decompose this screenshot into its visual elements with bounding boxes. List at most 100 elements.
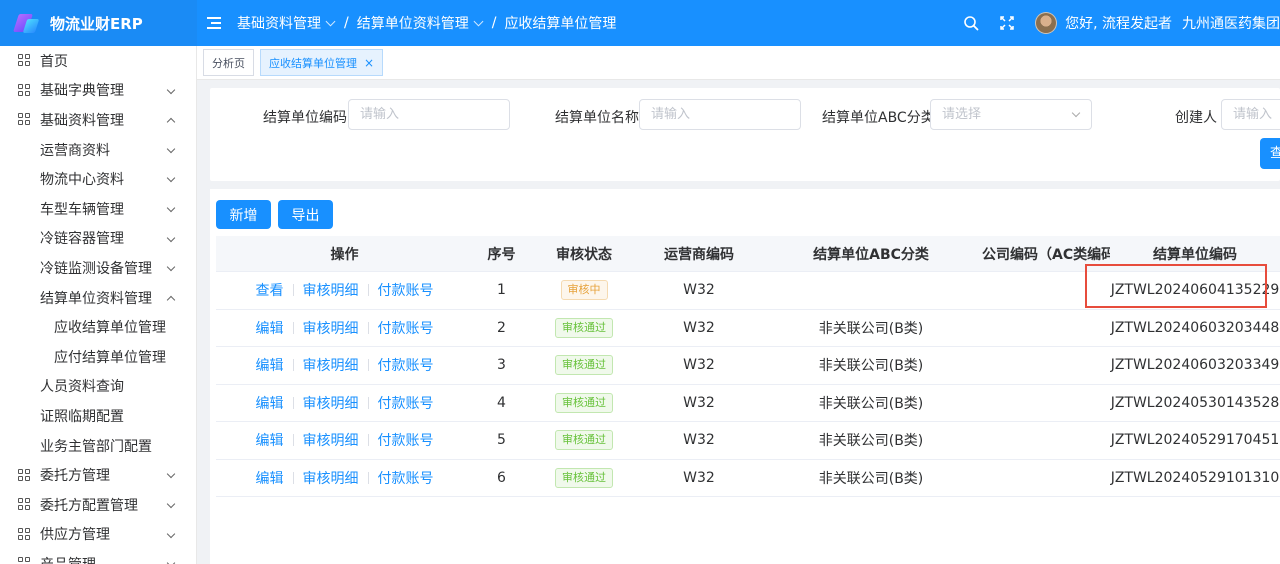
brand[interactable]: 物流业财ERP	[0, 0, 197, 46]
sidebar-item[interactable]: 业务主管部门配置	[0, 431, 196, 461]
sidebar-item-label: 冷链监测设备管理	[40, 260, 152, 277]
sidebar-item-label: 基础字典管理	[40, 83, 124, 100]
breadcrumb-item[interactable]: 基础资料管理	[237, 13, 342, 33]
action-link[interactable]: 编辑	[256, 318, 284, 338]
search-icon[interactable]	[963, 15, 979, 31]
breadcrumb: 基础资料管理 / 结算单位资料管理 / 应收结算单位管理	[237, 13, 616, 33]
action-link[interactable]: 编辑	[256, 430, 284, 450]
sidebar-item[interactable]: 结算单位资料管理	[0, 283, 196, 313]
action-link[interactable]: 付款账号	[378, 280, 434, 300]
sidebar-item[interactable]: 运营商资料	[0, 135, 196, 165]
action-link[interactable]: 编辑	[256, 355, 284, 375]
abc-class-select[interactable]: 请选择	[930, 99, 1092, 130]
chevron-down-icon	[166, 529, 176, 538]
status-cell: 审核通过	[530, 317, 638, 338]
action-link[interactable]: 付款账号	[378, 355, 434, 375]
user-avatar[interactable]	[1035, 12, 1058, 34]
settle-code: JZTWL20240530143528	[1110, 394, 1280, 411]
row-number: 4	[497, 394, 506, 411]
chevron-down-icon	[166, 470, 176, 479]
carrier-code: W32	[683, 469, 715, 486]
chevron-down-icon	[166, 174, 176, 183]
sidebar-item[interactable]: 委托方管理	[0, 460, 196, 490]
sidebar-item[interactable]: 应付结算单位管理	[0, 342, 196, 372]
settle-code: JZTWL20240603203448	[1110, 319, 1280, 336]
row-actions: 查看 审核明细 付款账号	[216, 280, 473, 300]
creator-label: 创建人	[1175, 110, 1217, 126]
chevron-up-icon	[166, 295, 176, 304]
export-button[interactable]: 导出	[278, 200, 333, 229]
sidebar-item[interactable]: 证照临期配置	[0, 401, 196, 431]
sidebar-item-label: 物流中心资料	[40, 172, 124, 189]
grid-icon	[18, 527, 31, 541]
action-link[interactable]: 审核明细	[303, 355, 359, 375]
action-divider	[367, 284, 369, 297]
action-link[interactable]: 审核明细	[303, 280, 359, 300]
breadcrumb-item[interactable]: 结算单位资料管理	[357, 13, 490, 33]
status-badge: 审核通过	[555, 317, 613, 338]
add-button[interactable]: 新增	[216, 200, 271, 229]
action-divider	[367, 471, 369, 484]
tab-item[interactable]: 分析页	[203, 49, 254, 76]
action-link[interactable]: 审核明细	[303, 430, 359, 450]
column-header: 公司编码（AC类编码）	[982, 246, 1110, 263]
query-button[interactable]: 查询	[1260, 138, 1280, 169]
chevron-down-icon	[166, 203, 176, 213]
grid-icon	[18, 498, 31, 511]
sidebar-item[interactable]: 应收结算单位管理	[0, 312, 196, 342]
sidebar-item[interactable]: 委托方配置管理	[0, 490, 196, 520]
sidebar-item[interactable]: 物流中心资料	[0, 164, 196, 194]
company-name[interactable]: 九州通医药集团	[1182, 13, 1280, 33]
chevron-down-icon	[166, 233, 176, 242]
chevron-down-icon	[473, 16, 484, 26]
fullscreen-icon[interactable]	[999, 15, 1015, 31]
action-link[interactable]: 付款账号	[378, 318, 434, 338]
creator-input[interactable]	[1221, 99, 1280, 130]
action-link[interactable]: 付款账号	[378, 430, 434, 450]
sidebar-item[interactable]: 冷链容器管理	[0, 224, 196, 254]
abc-class-label: 结算单位ABC分类	[822, 110, 935, 126]
abc-class: 非关联公司(B类)	[818, 470, 924, 487]
sidebar-item-label: 运营商资料	[40, 142, 110, 159]
action-link[interactable]: 审核明细	[303, 318, 359, 338]
chevron-down-icon	[1071, 108, 1081, 118]
menu-collapse-icon[interactable]	[207, 16, 223, 30]
close-icon[interactable]: ×	[364, 56, 374, 70]
sidebar-item[interactable]: 首页	[0, 46, 196, 76]
sidebar-item[interactable]: 车型车辆管理	[0, 194, 196, 224]
status-badge: 审核通过	[555, 392, 613, 413]
sidebar-item[interactable]: 冷链监测设备管理	[0, 253, 196, 283]
table-row: 编辑 审核明细 付款账号 5 审核通过 W32 非关联公司(B类) JZTWL20240529…	[216, 422, 1280, 460]
sidebar-item-label: 应收结算单位管理	[54, 320, 166, 337]
action-link[interactable]: 审核明细	[303, 468, 359, 488]
chevron-down-icon	[166, 144, 176, 154]
tab-item[interactable]: 应收结算单位管理 ×	[260, 49, 384, 76]
status-badge: 审核通过	[555, 430, 613, 451]
action-link[interactable]: 编辑	[256, 393, 284, 413]
action-divider	[292, 434, 294, 447]
table-row: 编辑 审核明细 付款账号 3 审核通过 W32 非关联公司(B类) JZTWL20240603…	[216, 347, 1280, 385]
sidebar-item[interactable]: 供应方管理	[0, 520, 196, 550]
table-body: 查看 审核明细 付款账号 1 审核中 W32 JZTWL20240604135229 编辑 审核…	[216, 272, 1280, 497]
sidebar-item[interactable]: 产品管理	[0, 549, 196, 564]
sidebar-item-label: 车型车辆管理	[40, 201, 124, 218]
sidebar-item[interactable]: 基础字典管理	[0, 76, 196, 106]
sidebar-item[interactable]: 人员资料查询	[0, 372, 196, 402]
sidebar-item[interactable]: 基础资料管理	[0, 105, 196, 135]
action-link[interactable]: 编辑	[256, 468, 284, 488]
column-header: 结算单位编码	[1153, 246, 1237, 263]
action-link[interactable]: 审核明细	[303, 393, 359, 413]
settle-code-input[interactable]	[348, 99, 510, 130]
action-link[interactable]: 查看	[256, 280, 284, 300]
row-number: 1	[497, 282, 506, 299]
data-table: 操作序号审核状态运营商编码结算单位ABC分类公司编码（AC类编码）结算单位编码 …	[216, 236, 1280, 497]
settle-code: JZTWL20240603203349	[1110, 357, 1280, 374]
sidebar-item-label: 首页	[40, 53, 68, 70]
user-greeting[interactable]: 您好, 流程发起者	[1065, 13, 1172, 33]
breadcrumb-item[interactable]: 应收结算单位管理	[504, 13, 616, 33]
action-link[interactable]: 付款账号	[378, 468, 434, 488]
status-cell: 审核中	[530, 280, 638, 301]
action-link[interactable]: 付款账号	[378, 393, 434, 413]
settle-name-input[interactable]	[639, 99, 801, 130]
grid-icon	[18, 557, 31, 564]
